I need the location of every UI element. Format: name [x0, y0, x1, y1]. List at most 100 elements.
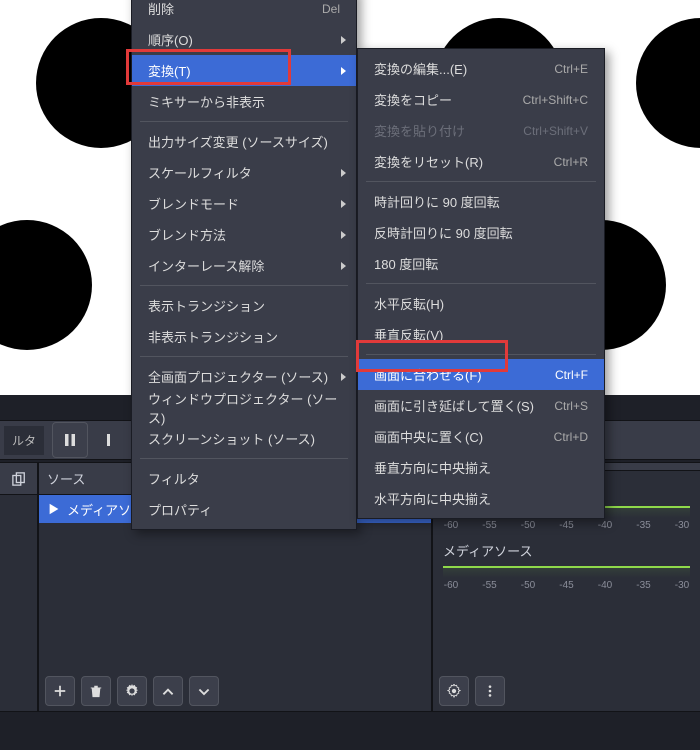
move-down-button[interactable]	[189, 676, 219, 706]
menu-item[interactable]: 変換をコピーCtrl+Shift+C	[358, 84, 604, 115]
menu-item[interactable]: 非表示トランジション	[132, 321, 356, 352]
menu-separator	[140, 285, 348, 286]
menu-item[interactable]: 削除 Del	[132, 0, 356, 24]
add-source-button[interactable]	[45, 676, 75, 706]
sources-footer	[39, 671, 431, 711]
menu-item[interactable]: 画面中央に置く(C) Ctrl+D	[358, 421, 604, 452]
mixer-tick: -30	[674, 520, 690, 531]
mixer-tick: -35	[636, 580, 652, 591]
menu-shortcut: Ctrl+S	[554, 399, 588, 413]
canvas-dot	[636, 18, 700, 148]
menu-item-label: 垂直反転(V)	[374, 325, 443, 344]
mixer-tick: -45	[559, 520, 575, 531]
menu-shortcut: Ctrl+Shift+C	[523, 93, 588, 107]
menu-item[interactable]: ブレンド方法	[132, 219, 356, 250]
menu-item-label: 画面中央に置く(C)	[374, 427, 483, 446]
mixer-tick: -50	[520, 520, 536, 531]
mixer-scale: -60-55-50-45-40-35-30	[443, 580, 690, 591]
menu-item[interactable]: ミキサーから非表示	[132, 86, 356, 117]
source-properties-button[interactable]	[117, 676, 147, 706]
menu-item[interactable]: スケールフィルタ	[132, 157, 356, 188]
menu-item-label: 出力サイズ変更 (ソースサイズ)	[148, 132, 328, 151]
mixer-tick: -40	[597, 580, 613, 591]
mixer-footer	[433, 671, 700, 711]
mixer-channel[interactable]: メディアソース-60-55-50-45-40-35-30	[433, 531, 700, 591]
menu-item: 変換を貼り付けCtrl+Shift+V	[358, 115, 604, 146]
mixer-menu-button[interactable]	[475, 676, 505, 706]
mixer-tick: -55	[482, 580, 498, 591]
menu-separator	[140, 121, 348, 122]
menu-item-label: ブレンドモード	[148, 194, 239, 213]
menu-item[interactable]: 変換をリセット(R) Ctrl+R	[358, 146, 604, 177]
menu-item[interactable]: 時計回りに 90 度回転	[358, 186, 604, 217]
next-button-edge[interactable]	[96, 422, 112, 458]
menu-item-label: ミキサーから非表示	[148, 92, 265, 111]
menu-item-label: プロパティ	[148, 500, 212, 519]
mixer-scale: -60-55-50-45-40-35-30	[443, 520, 690, 531]
scenes-header	[0, 463, 37, 495]
menu-item[interactable]: 画面に引き延ばして置く(S) Ctrl+S	[358, 390, 604, 421]
menu-item-label: 時計回りに 90 度回転	[374, 192, 500, 211]
menu-item[interactable]: 順序(O)	[132, 24, 356, 55]
menu-item[interactable]: 画面に合わせる(F)Ctrl+F	[358, 359, 604, 390]
menu-item[interactable]: 変換(T)	[132, 55, 356, 86]
menu-item[interactable]: 水平反転(H)	[358, 288, 604, 319]
menu-item[interactable]: インターレース解除	[132, 250, 356, 281]
menu-item[interactable]: 変換の編集...(E)Ctrl+E	[358, 53, 604, 84]
remove-source-button[interactable]	[81, 676, 111, 706]
play-icon	[47, 502, 61, 516]
menu-item-label: 水平方向に中央揃え	[374, 489, 491, 508]
menu-item-label: 変換(T)	[148, 61, 191, 80]
gear-icon	[447, 684, 461, 698]
menu-item[interactable]: プロパティ	[132, 494, 356, 525]
copy-icon	[9, 470, 29, 488]
mixer-tick: -35	[636, 520, 652, 531]
menu-item[interactable]: スクリーンショット (ソース)	[132, 423, 356, 454]
menu-item[interactable]: 表示トランジション	[132, 290, 356, 321]
menu-item-label: 画面に引き延ばして置く(S)	[374, 396, 534, 415]
menu-item-label: 表示トランジション	[148, 296, 265, 315]
menu-item[interactable]: ウィンドウプロジェクター (ソース)	[132, 392, 356, 423]
mixer-tick: -55	[482, 520, 498, 531]
move-up-button[interactable]	[153, 676, 183, 706]
chevron-up-icon	[161, 684, 175, 698]
menu-item[interactable]: 出力サイズ変更 (ソースサイズ)	[132, 126, 356, 157]
mixer-channel-name: メディアソース	[443, 541, 690, 560]
menu-item[interactable]: 水平方向に中央揃え	[358, 483, 604, 514]
mixer-settings-button[interactable]	[439, 676, 469, 706]
pause-icon	[62, 432, 78, 448]
menu-item[interactable]: 180 度回転	[358, 248, 604, 279]
kebab-icon	[483, 684, 497, 698]
context-menu-transform[interactable]: 変換の編集...(E)Ctrl+E変換をコピーCtrl+Shift+C変換を貼り…	[357, 48, 605, 519]
pause-button[interactable]	[52, 422, 88, 458]
mixer-tick: -40	[597, 520, 613, 531]
menu-item-label: 画面に合わせる(F)	[374, 365, 482, 384]
menu-item[interactable]: 全画面プロジェクター (ソース)	[132, 361, 356, 392]
menu-shortcut: Del	[322, 2, 340, 16]
menu-item-label: 変換を貼り付け	[374, 121, 465, 140]
menu-item-label: 全画面プロジェクター (ソース)	[148, 367, 328, 386]
menu-item-label: 反時計回りに 90 度回転	[374, 223, 513, 242]
chevron-right-icon	[341, 36, 346, 44]
context-menu-main[interactable]: 削除 Del 順序(O) 変換(T) ミキサーから非表示出力サイズ変更 (ソースサイズ)…	[131, 0, 357, 530]
menu-item-label: 非表示トランジション	[148, 327, 278, 346]
menu-item-label: 削除	[148, 0, 174, 18]
filter-label: ルタ	[4, 426, 44, 455]
menu-item-label: 変換をリセット(R)	[374, 152, 483, 171]
menu-item[interactable]: 垂直反転(V)	[358, 319, 604, 350]
menu-item[interactable]: ブレンドモード	[132, 188, 356, 219]
menu-item-label: スクリーンショット (ソース)	[148, 429, 315, 448]
scenes-panel	[0, 462, 38, 712]
menu-item[interactable]: フィルタ	[132, 463, 356, 494]
menu-item[interactable]: 反時計回りに 90 度回転	[358, 217, 604, 248]
menu-item-label: ウィンドウプロジェクター (ソース)	[148, 389, 340, 427]
menu-separator	[366, 181, 596, 182]
menu-shortcut: Ctrl+R	[554, 155, 588, 169]
menu-item-label: 順序(O)	[148, 30, 193, 49]
mixer-meter	[443, 566, 690, 578]
menu-item-label: 垂直方向に中央揃え	[374, 458, 491, 477]
gear-icon	[125, 684, 139, 698]
menu-shortcut: Ctrl+D	[554, 430, 588, 444]
menu-item[interactable]: 垂直方向に中央揃え	[358, 452, 604, 483]
trash-icon	[89, 684, 103, 698]
